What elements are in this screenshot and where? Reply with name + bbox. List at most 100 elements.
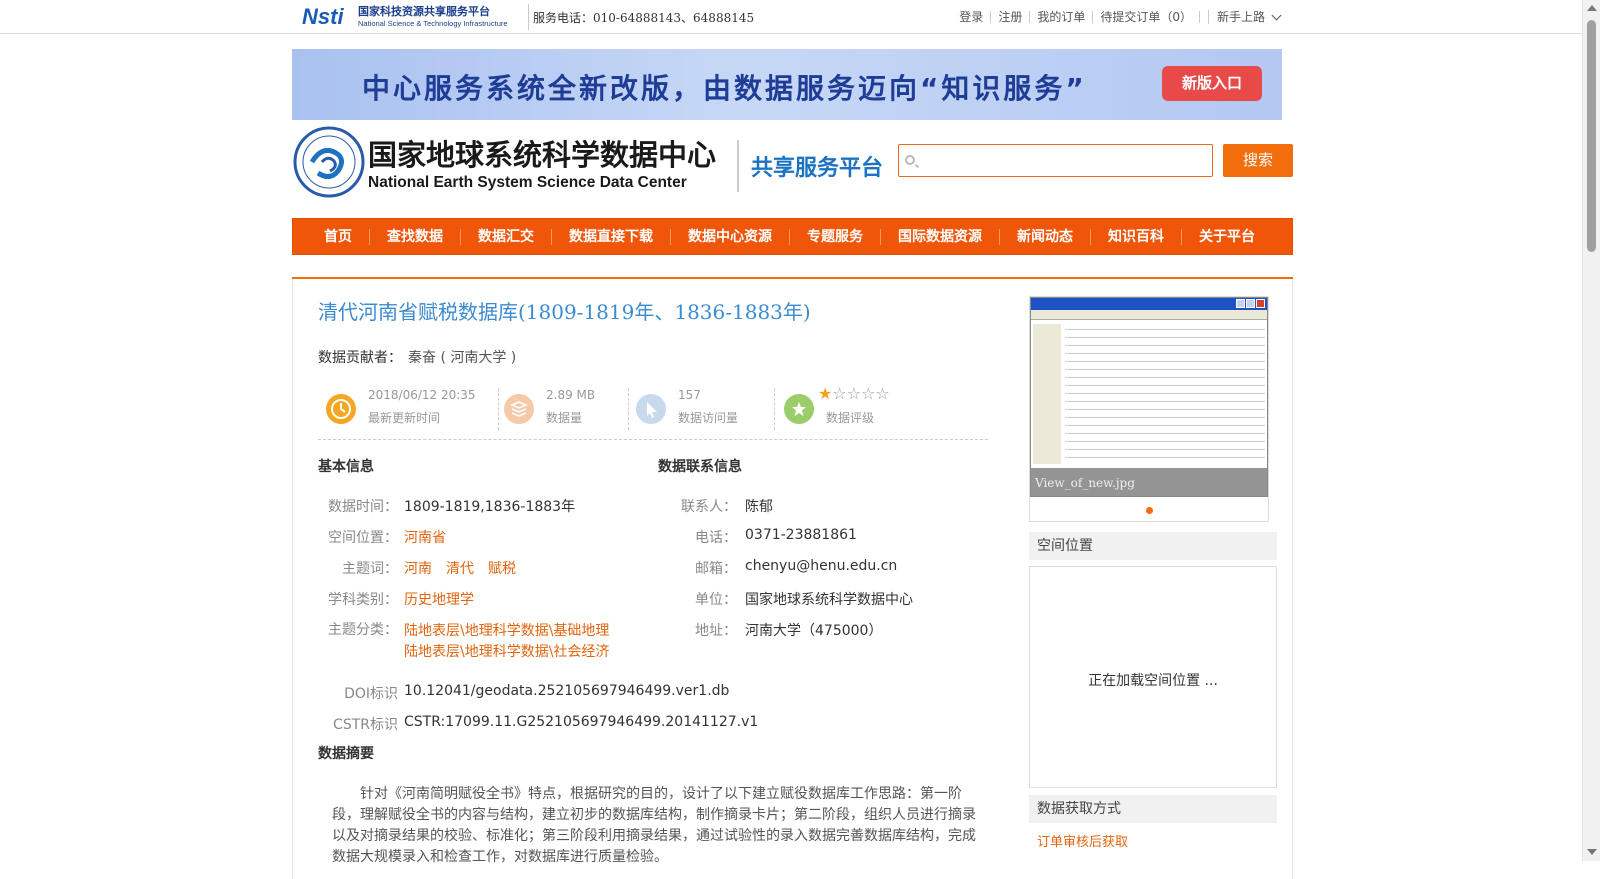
unit-label: 单位： — [695, 592, 737, 608]
search-box[interactable] — [898, 144, 1213, 177]
my-orders-link[interactable]: 我的订单 — [1030, 11, 1094, 23]
doi-value: 10.12041/geodata.252105697946499.ver1.db — [404, 683, 730, 699]
location-label: 空间位置： — [328, 530, 398, 546]
size-label: 数据量 — [546, 411, 583, 425]
phone-label: 电话： — [695, 530, 737, 546]
nav-item-home[interactable]: 首页 — [307, 228, 370, 245]
star-empty-icon: ☆ — [861, 384, 876, 403]
guide-dropdown[interactable]: 新手上路 — [1207, 10, 1282, 24]
location-link[interactable]: 河南省 — [404, 527, 446, 547]
window-sidebar — [1033, 324, 1061, 464]
email-value: chenyu@henu.edu.cn — [745, 558, 898, 574]
star-empty-icon: ☆ — [846, 384, 862, 403]
cstr-label: CSTR标识 — [333, 717, 398, 733]
nsti-logo[interactable]: Nsti 国家科技资源共享服务平台 National Science & Tec… — [300, 3, 520, 29]
svg-text:National Science & Technology: National Science & Technology Infrastruc… — [358, 19, 508, 28]
discipline-label: 学科类别： — [328, 592, 398, 608]
nav-item-knowledge[interactable]: 知识百科 — [1091, 228, 1182, 245]
nav-item-about[interactable]: 关于平台 — [1182, 229, 1272, 245]
top-links: 登录 注册 我的订单 待提交订单（0） 新手上路 — [952, 10, 1282, 24]
basic-info-heading: 基本信息 — [318, 459, 374, 475]
window-list — [1065, 324, 1265, 464]
chevron-down-icon — [1271, 10, 1282, 20]
star-filled-icon: ★ — [818, 384, 833, 403]
contact-info-heading: 数据联系信息 — [658, 459, 742, 475]
carousel-dot[interactable] — [1146, 507, 1153, 514]
data-time-value: 1809-1819,1836-1883年 — [404, 499, 576, 515]
discipline-link[interactable]: 历史地理学 — [404, 589, 474, 609]
divider — [737, 140, 739, 192]
preview-carousel[interactable]: View_of_new.jpg — [1029, 296, 1269, 522]
main-nav: 首页 查找数据 数据汇交 数据直接下载 数据中心资源 专题服务 国际数据资源 新… — [292, 218, 1293, 255]
rating-stars: ★☆☆☆☆ — [818, 384, 890, 403]
spatial-heading: 空间位置 — [1029, 532, 1277, 560]
divider — [774, 388, 775, 430]
cstr-value: CSTR:17099.11.G252105697946499.20141127.… — [404, 714, 759, 730]
nav-item-international[interactable]: 国际数据资源 — [881, 228, 1000, 245]
cursor-icon — [636, 394, 666, 424]
phone-value: 0371-23881861 — [745, 527, 857, 543]
scrollbar[interactable] — [1582, 0, 1600, 861]
visits-value: 157 — [678, 388, 701, 402]
category-label: 主题分类： — [328, 622, 398, 638]
svg-text:国家地球系统科学数据中心: 国家地球系统科学数据中心 — [368, 138, 716, 172]
platform-name: 共享服务平台 — [751, 156, 884, 181]
email-label: 邮箱： — [695, 561, 737, 577]
nav-item-direct-download[interactable]: 数据直接下载 — [552, 228, 671, 245]
stat-size: 2.89 MB 数据量 — [496, 388, 626, 430]
preview-caption: View_of_new.jpg — [1031, 468, 1267, 496]
nav-item-news[interactable]: 新闻动态 — [1000, 228, 1091, 245]
keywords-label: 主题词： — [342, 561, 398, 577]
keyword-link[interactable]: 清代 — [446, 561, 474, 577]
window-buttons — [1236, 299, 1265, 308]
pending-orders-link[interactable]: 待提交订单（0） — [1093, 11, 1200, 23]
search-button[interactable]: 搜索 — [1223, 144, 1293, 177]
scroll-thumb[interactable] — [1587, 20, 1596, 252]
stat-update-time: 2018/06/12 20:35 最新更新时间 — [318, 388, 488, 430]
size-value: 2.89 MB — [546, 388, 596, 402]
svg-text:National Earth System Science: National Earth System Science Data Cente… — [368, 174, 687, 191]
keyword-link[interactable]: 河南 — [404, 561, 432, 577]
contact-label: 联系人： — [681, 499, 737, 515]
keyword-link[interactable]: 赋税 — [488, 561, 516, 577]
keywords: 河南 清代 赋税 — [404, 558, 530, 578]
category-link[interactable]: 陆地表层\地理科学数据\基础地理 — [404, 620, 609, 640]
scroll-down-icon[interactable] — [1587, 849, 1597, 855]
layers-icon — [504, 394, 534, 424]
acquire-heading: 数据获取方式 — [1029, 795, 1277, 823]
guide-label: 新手上路 — [1216, 10, 1265, 24]
abstract-text: 针对《河南简明赋役全书》特点，根据研究的目的，设计了以下建立赋役数据库工作思路：… — [332, 786, 976, 865]
nav-item-topic-services[interactable]: 专题服务 — [790, 228, 881, 245]
map-loading-text: 正在加载空间位置 ... — [1088, 673, 1218, 689]
nav-item-data-submission[interactable]: 数据汇交 — [461, 228, 552, 245]
new-version-button[interactable]: 新版入口 — [1162, 66, 1262, 101]
svg-text:Nsti: Nsti — [302, 4, 344, 29]
contact-value: 陈郁 — [745, 499, 773, 515]
address-label: 地址： — [695, 623, 737, 639]
nav-item-center-resources[interactable]: 数据中心资源 — [671, 228, 790, 245]
acquire-method-link[interactable]: 订单审核后获取 — [1037, 831, 1128, 850]
update-time-label: 最新更新时间 — [368, 411, 441, 425]
promo-banner[interactable]: 中心服务系统全新改版，由数据服务迈向“知识服务” 新版入口 — [292, 49, 1282, 120]
data-center-logo[interactable]: 国家地球系统科学数据中心 National Earth System Scien… — [292, 125, 732, 203]
star-empty-icon: ☆ — [875, 384, 890, 403]
map-panel[interactable]: 正在加载空间位置 ... — [1029, 566, 1277, 788]
banner-text: 中心服务系统全新改版，由数据服务迈向“知识服务” — [362, 72, 1087, 105]
dataset-title: 清代河南省赋税数据库(1809-1819年、1836-1883年) — [318, 300, 811, 324]
nav-item-find-data[interactable]: 查找数据 — [370, 228, 461, 245]
search-icon — [905, 155, 915, 165]
abstract-heading: 数据摘要 — [318, 746, 374, 762]
contributor-label: 数据贡献者： — [318, 350, 402, 366]
address-value: 河南大学（475000） — [745, 623, 883, 639]
category-link[interactable]: 陆地表层\地理科学数据\社会经济 — [404, 641, 609, 661]
doi-label: DOI标识 — [344, 686, 398, 702]
unit-value: 国家地球系统科学数据中心 — [745, 592, 913, 608]
data-time-label: 数据时间： — [328, 499, 398, 515]
search-input[interactable] — [923, 145, 1208, 176]
login-link[interactable]: 登录 — [952, 11, 992, 23]
preview-image[interactable]: View_of_new.jpg — [1030, 297, 1268, 497]
contributor: 数据贡献者： 秦奋 ( 河南大学 ) — [318, 347, 516, 367]
register-link[interactable]: 注册 — [991, 11, 1031, 23]
scroll-up-icon[interactable] — [1587, 5, 1597, 11]
service-phone: 服务电话：010-64888143、64888145 — [533, 11, 755, 25]
